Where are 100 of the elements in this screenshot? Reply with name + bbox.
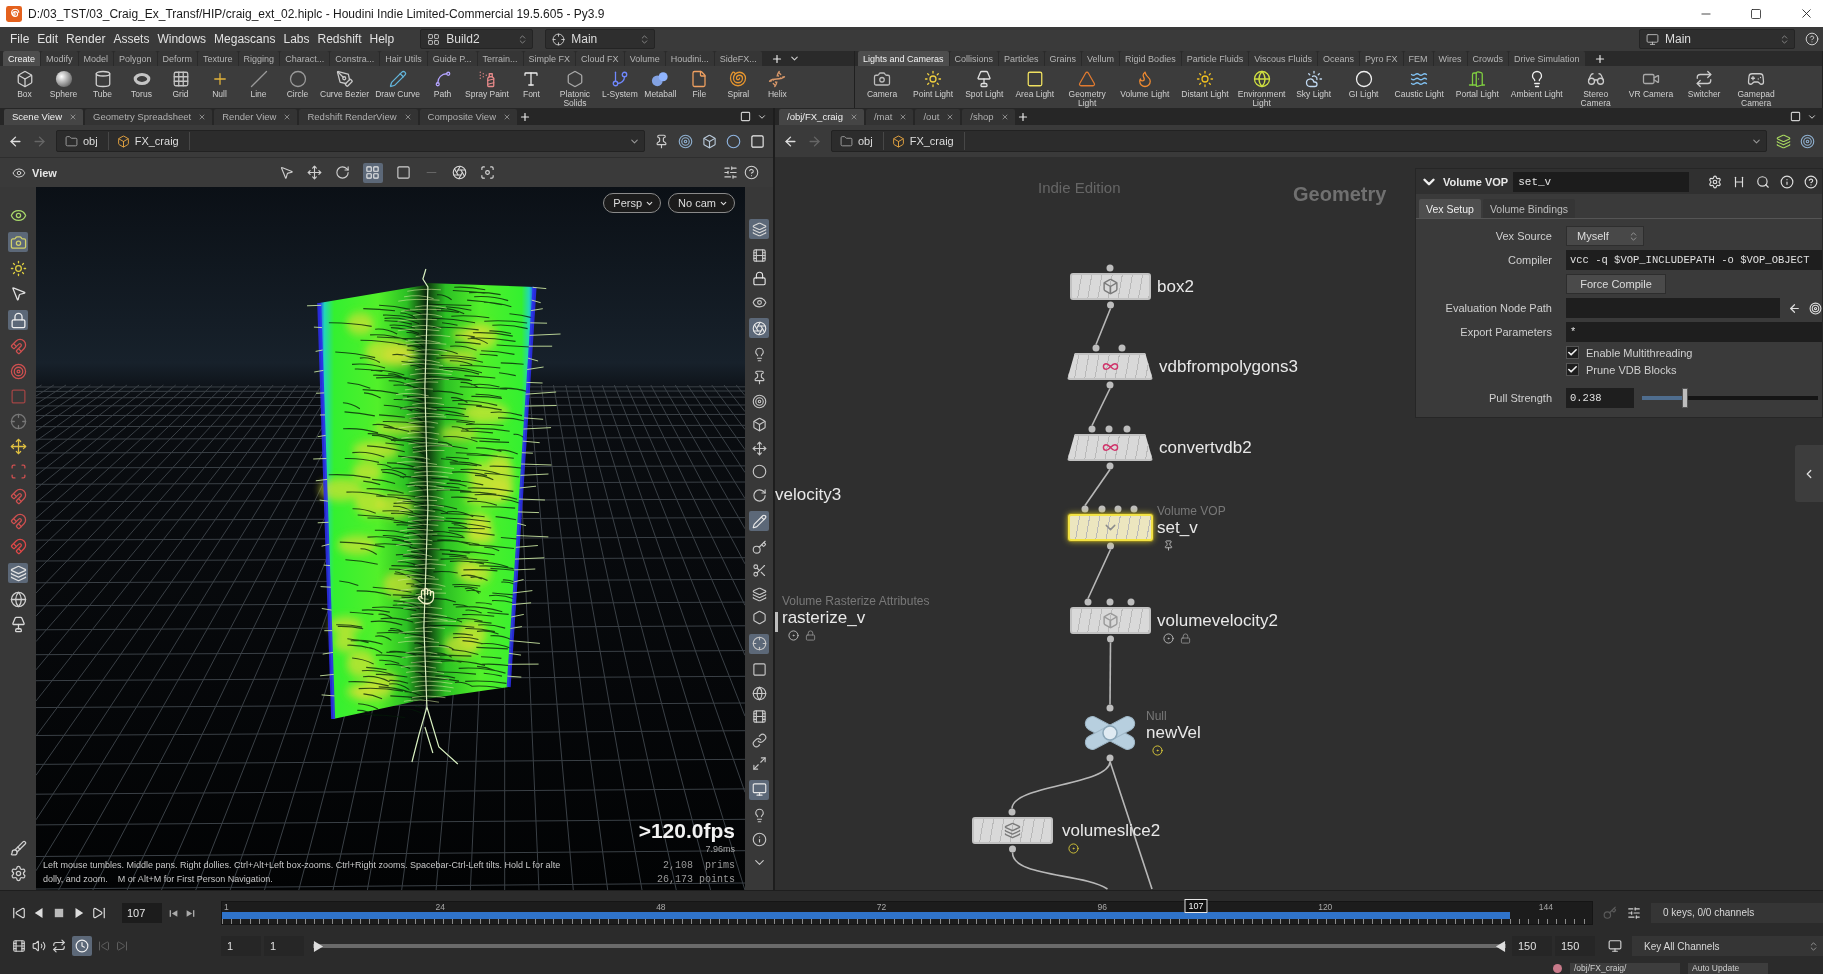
- menu-item[interactable]: Edit: [33, 29, 63, 49]
- magnet-icon[interactable]: [9, 338, 27, 355]
- plus-icon[interactable]: [1593, 52, 1606, 65]
- camera-menu-button[interactable]: No cam: [668, 193, 735, 213]
- timeline-ruler[interactable]: 1 24 48 72 96 107 120 144: [221, 901, 1593, 925]
- info-icon[interactable]: [1780, 174, 1794, 189]
- step-back-icon[interactable]: [168, 907, 179, 919]
- output-port[interactable]: [1009, 845, 1016, 853]
- shelf-tool-button[interactable]: Switcher: [1683, 70, 1726, 99]
- shelf-tab[interactable]: Vellum: [1082, 51, 1120, 66]
- pencil-icon[interactable]: [749, 511, 769, 531]
- input-port[interactable]: [1081, 505, 1089, 513]
- shelf-tool-button[interactable]: Spray Paint: [463, 70, 511, 99]
- shelf-tab[interactable]: Charact...: [280, 51, 330, 66]
- magnet-icon[interactable]: [9, 488, 27, 505]
- shelf-tab[interactable]: Constra...: [330, 51, 380, 66]
- move-icon[interactable]: [9, 438, 27, 455]
- shelf-tab[interactable]: Particles: [999, 51, 1044, 66]
- link-icon[interactable]: [751, 732, 767, 748]
- slider-thumb[interactable]: [1682, 388, 1689, 408]
- globe-icon[interactable]: [751, 685, 767, 701]
- menu-item[interactable]: Megascans: [210, 29, 280, 49]
- path-segment[interactable]: FX_craig: [112, 132, 190, 150]
- node-tile[interactable]: [1068, 514, 1153, 541]
- target-icon[interactable]: [751, 393, 767, 409]
- pointer-icon[interactable]: [278, 165, 294, 180]
- shelf-tool-button[interactable]: GI Light: [1342, 70, 1385, 99]
- shelf-tool-button[interactable]: Line: [240, 70, 277, 99]
- move-icon[interactable]: [306, 165, 322, 180]
- shelf-tool-button[interactable]: Caustic Light: [1392, 70, 1446, 99]
- shelf-tab[interactable]: Polygon: [114, 51, 157, 66]
- menu-item[interactable]: Assets: [109, 29, 154, 49]
- pane-tab[interactable]: Composite View: [419, 108, 517, 125]
- pane-tab[interactable]: Scene View: [4, 108, 83, 125]
- search-icon[interactable]: [1756, 174, 1770, 189]
- circle-dot-icon[interactable]: [788, 630, 799, 641]
- plus-icon[interactable]: [519, 110, 531, 123]
- pane-tab[interactable]: Redshift RenderView: [299, 108, 418, 125]
- crosshair-icon[interactable]: [749, 633, 769, 654]
- lock-icon[interactable]: [8, 310, 28, 330]
- range-handle-icon[interactable]: [1495, 940, 1506, 952]
- loop-icon[interactable]: [52, 939, 66, 953]
- target-icon[interactable]: [1800, 133, 1815, 149]
- dropdown[interactable]: Myself: [1566, 226, 1644, 246]
- shelf-tab[interactable]: Terrain...: [477, 51, 523, 66]
- input-port[interactable]: [1106, 704, 1114, 712]
- shelf-tab[interactable]: Volume: [624, 51, 665, 66]
- focus-icon[interactable]: [479, 165, 495, 180]
- shelf-tool-button[interactable]: Distant Light: [1179, 70, 1231, 99]
- node-tile[interactable]: [1070, 273, 1151, 300]
- help-icon[interactable]: [1804, 174, 1818, 189]
- pointer-icon[interactable]: [9, 285, 27, 302]
- path-tab[interactable]: /obj/FX_craig/: [1570, 963, 1680, 974]
- output-port[interactable]: [1106, 381, 1114, 389]
- shelf-tool-button[interactable]: Helix: [758, 70, 796, 99]
- cube-icon[interactable]: [702, 133, 717, 149]
- start-frame-field[interactable]: 1: [221, 936, 261, 956]
- brush-icon[interactable]: [9, 840, 27, 857]
- shelf-tab[interactable]: Simple FX: [523, 51, 576, 66]
- key-icon[interactable]: [751, 539, 767, 555]
- layers-icon[interactable]: [1776, 133, 1791, 149]
- clock-icon[interactable]: [72, 936, 92, 956]
- plus-icon[interactable]: [1016, 110, 1029, 123]
- shelf-tool-button[interactable]: Tube: [84, 70, 121, 99]
- path-field[interactable]: obj FX_craig: [56, 130, 645, 152]
- shelf-tool-button[interactable]: Geometry Light: [1064, 70, 1111, 108]
- checkbox[interactable]: [1566, 363, 1579, 376]
- caret-icon[interactable]: [788, 53, 800, 64]
- layers-icon[interactable]: [749, 219, 769, 239]
- shelf-tool-button[interactable]: Platonic Solids: [551, 70, 598, 108]
- input-port[interactable]: [1105, 425, 1113, 433]
- output-port[interactable]: [1107, 635, 1114, 643]
- node-tile[interactable]: [1067, 353, 1153, 380]
- step-forward-icon[interactable]: [185, 907, 196, 919]
- input-port[interactable]: [1088, 425, 1096, 433]
- monitor-icon[interactable]: [749, 779, 769, 800]
- rotate-icon[interactable]: [751, 487, 767, 503]
- menu-item[interactable]: Help: [365, 29, 399, 49]
- aperture-icon[interactable]: [749, 318, 769, 338]
- node-name[interactable]: box2: [1157, 276, 1194, 297]
- input-port[interactable]: [1118, 344, 1126, 352]
- input-port[interactable]: [1084, 598, 1092, 606]
- heading-icon[interactable]: [1732, 174, 1746, 189]
- shelf-tab[interactable]: Rigging: [238, 51, 280, 66]
- shelf-tool-button[interactable]: L-System: [599, 70, 640, 99]
- input-port[interactable]: [1092, 344, 1100, 352]
- shelf-tab[interactable]: Rigid Bodies: [1120, 51, 1181, 66]
- scissors-icon[interactable]: [751, 563, 767, 578]
- rotate-icon[interactable]: [334, 165, 350, 180]
- shelf-tool-button[interactable]: Camera: [861, 70, 903, 99]
- sliders-icon[interactable]: [1627, 906, 1641, 920]
- menu-item[interactable]: Render: [62, 29, 110, 49]
- shelf-tool-button[interactable]: Portal Light: [1453, 70, 1501, 99]
- input-port[interactable]: [1008, 808, 1016, 816]
- settings-icon[interactable]: [9, 865, 27, 882]
- speaker-icon[interactable]: [32, 939, 46, 953]
- context-dropdown[interactable]: Main: [1639, 29, 1795, 49]
- square-icon[interactable]: [1790, 111, 1801, 122]
- pin-icon[interactable]: [654, 133, 669, 149]
- magnet-icon[interactable]: [9, 513, 27, 530]
